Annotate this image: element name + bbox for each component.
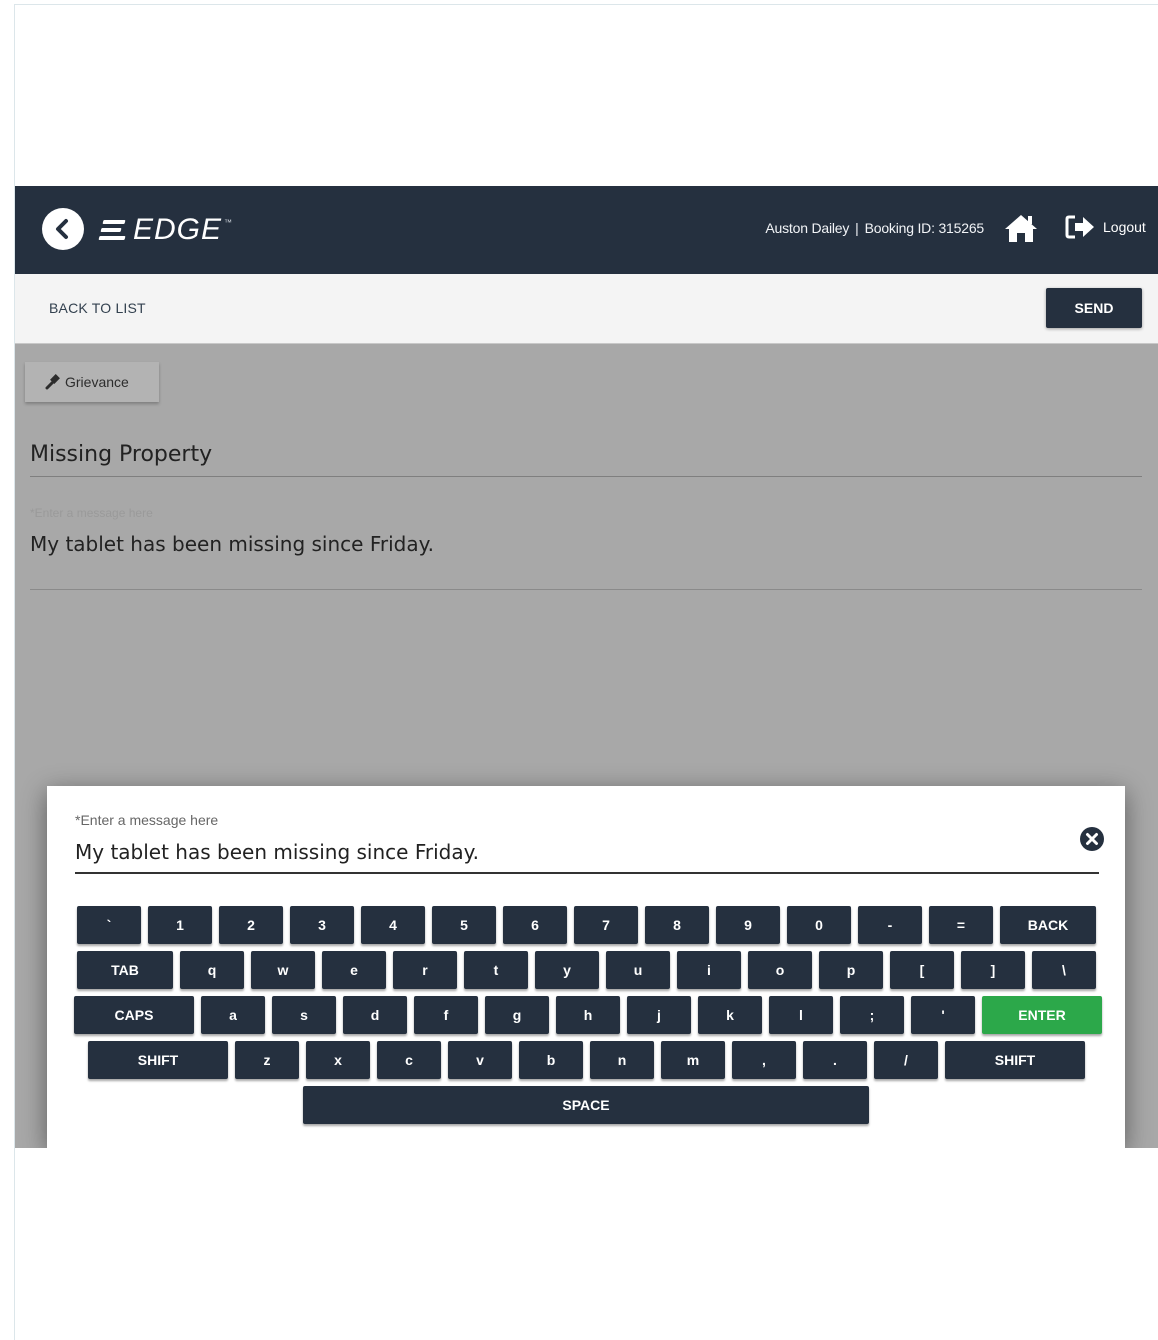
keyboard-input-field[interactable]: My tablet has been missing since Friday. (75, 840, 479, 864)
key-char-112[interactable]: p (819, 951, 883, 989)
key-char-92[interactable]: \ (1032, 951, 1096, 989)
close-icon[interactable] (1079, 826, 1105, 852)
key-char-50[interactable]: 2 (219, 906, 283, 944)
key-tab[interactable]: TAB (77, 951, 173, 989)
sign-out-icon (1065, 215, 1094, 239)
category-chip[interactable]: Grievance (25, 362, 159, 402)
key-back[interactable]: BACK (1000, 906, 1096, 944)
key-char-106[interactable]: j (627, 996, 691, 1034)
keyboard-input-label: *Enter a message here (75, 812, 219, 828)
key-char-101[interactable]: e (322, 951, 386, 989)
subject-underline (30, 476, 1142, 477)
key-char-47[interactable]: / (874, 1041, 938, 1079)
user-name: Auston Dailey (765, 220, 850, 236)
user-info: Auston Dailey | Booking ID: 315265 (765, 220, 984, 236)
logout-label: Logout (1103, 219, 1146, 235)
key-char-115[interactable]: s (272, 996, 336, 1034)
key-char-61[interactable]: = (929, 906, 993, 944)
edge-logo: EDGE ™ (98, 212, 233, 248)
key-space[interactable]: SPACE (303, 1086, 869, 1124)
app-window: EDGE ™ Auston Dailey | Booking ID: 315265 … (15, 186, 1158, 1148)
back-button[interactable] (42, 208, 84, 250)
key-char-118[interactable]: v (448, 1041, 512, 1079)
key-char-121[interactable]: y (535, 951, 599, 989)
key-char-122[interactable]: z (235, 1041, 299, 1079)
key-char-59[interactable]: ; (840, 996, 904, 1034)
key-char-51[interactable]: 3 (290, 906, 354, 944)
gavel-icon (45, 374, 60, 390)
key-char-109[interactable]: m (661, 1041, 725, 1079)
key-char-120[interactable]: x (306, 1041, 370, 1079)
key-char-105[interactable]: i (677, 951, 741, 989)
key-char-116[interactable]: t (464, 951, 528, 989)
key-char-104[interactable]: h (556, 996, 620, 1034)
key-char-93[interactable]: ] (961, 951, 1025, 989)
key-char-110[interactable]: n (590, 1041, 654, 1079)
key-char-55[interactable]: 7 (574, 906, 638, 944)
key-char-114[interactable]: r (393, 951, 457, 989)
key-char-54[interactable]: 6 (503, 906, 567, 944)
subject-field[interactable]: Missing Property (30, 442, 212, 467)
logo-bars-icon (98, 220, 130, 240)
send-button[interactable]: SEND (1046, 288, 1142, 328)
message-underline (30, 589, 1142, 590)
key-char-102[interactable]: f (414, 996, 478, 1034)
key-shift[interactable]: SHIFT (88, 1041, 228, 1079)
key-char-99[interactable]: c (377, 1041, 441, 1079)
key-char-57[interactable]: 9 (716, 906, 780, 944)
key-char-48[interactable]: 0 (787, 906, 851, 944)
key-char-39[interactable]: ' (911, 996, 975, 1034)
key-enter[interactable]: ENTER (982, 996, 1102, 1034)
booking-id: Booking ID: 315265 (864, 220, 985, 236)
home-button[interactable] (1003, 212, 1039, 244)
chevron-left-icon (56, 219, 68, 239)
key-char-91[interactable]: [ (890, 951, 954, 989)
key-char-98[interactable]: b (519, 1041, 583, 1079)
logo-trademark: ™ (224, 218, 233, 227)
logo-text: EDGE (133, 213, 223, 246)
key-char-119[interactable]: w (251, 951, 315, 989)
key-caps[interactable]: CAPS (74, 996, 194, 1034)
top-navigation-bar: EDGE ™ Auston Dailey | Booking ID: 315265 … (15, 186, 1158, 274)
key-char-113[interactable]: q (180, 951, 244, 989)
key-char-100[interactable]: d (343, 996, 407, 1034)
key-char-117[interactable]: u (606, 951, 670, 989)
key-char-56[interactable]: 8 (645, 906, 709, 944)
key-char-45[interactable]: - (858, 906, 922, 944)
category-label: Grievance (65, 374, 129, 390)
user-info-separator: | (855, 220, 859, 236)
action-bar: BACK TO LIST SEND (15, 274, 1158, 344)
message-field-label: *Enter a message here (30, 506, 153, 520)
key-char-108[interactable]: l (769, 996, 833, 1034)
home-icon (1005, 215, 1037, 242)
key-char-52[interactable]: 4 (361, 906, 425, 944)
back-to-list-link[interactable]: BACK TO LIST (49, 300, 146, 316)
keyboard-input-underline (75, 872, 1099, 874)
key-char-96[interactable]: ` (77, 906, 141, 944)
key-char-111[interactable]: o (748, 951, 812, 989)
key-char-103[interactable]: g (485, 996, 549, 1034)
key-char-44[interactable]: , (732, 1041, 796, 1079)
key-shift[interactable]: SHIFT (945, 1041, 1085, 1079)
key-char-97[interactable]: a (201, 996, 265, 1034)
key-char-49[interactable]: 1 (148, 906, 212, 944)
key-char-46[interactable]: . (803, 1041, 867, 1079)
logout-button[interactable]: Logout (1065, 214, 1146, 240)
message-field[interactable]: My tablet has been missing since Friday. (30, 532, 434, 556)
onscreen-keyboard-panel: *Enter a message here My tablet has been… (47, 786, 1125, 1148)
key-char-53[interactable]: 5 (432, 906, 496, 944)
key-char-107[interactable]: k (698, 996, 762, 1034)
